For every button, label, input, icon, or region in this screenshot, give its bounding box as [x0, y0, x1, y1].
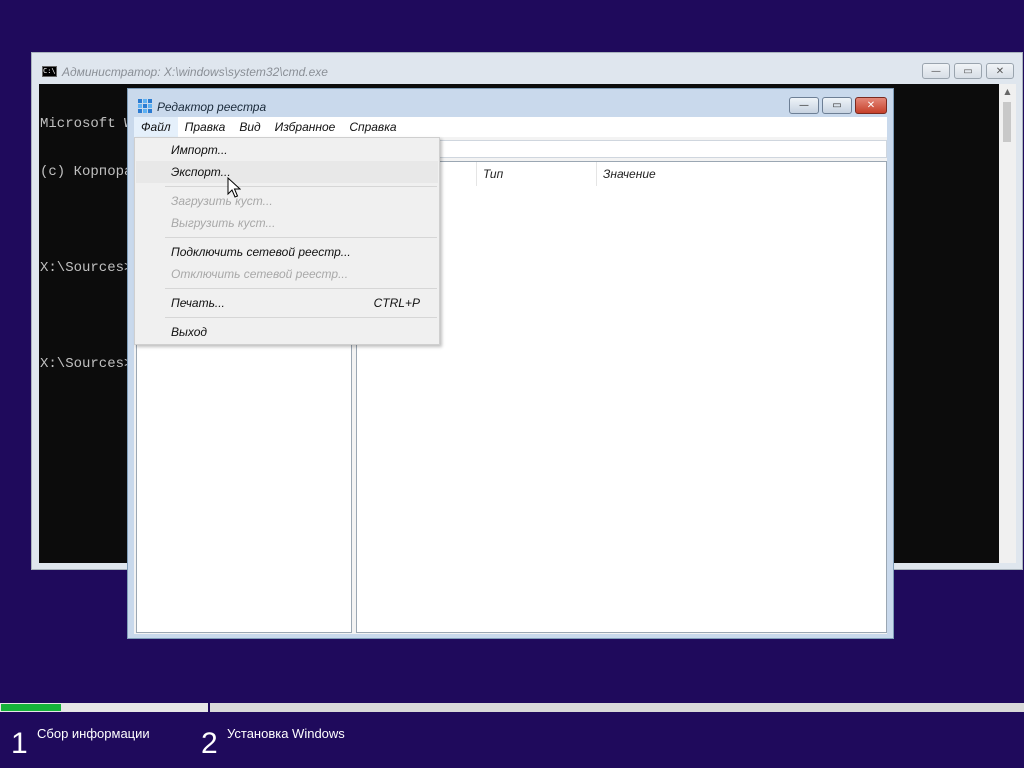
menu-item-print[interactable]: Печать... CTRL+P: [136, 292, 438, 314]
menu-separator: [165, 237, 437, 238]
step-label: Установка Windows: [227, 726, 345, 741]
progress-fill: [1, 704, 61, 711]
menu-separator: [165, 317, 437, 318]
menu-item-exit[interactable]: Выход: [136, 321, 438, 343]
menu-item-label: Подключить сетевой реестр...: [171, 245, 351, 259]
column-header-type[interactable]: Тип: [477, 162, 597, 186]
menu-separator: [165, 288, 437, 289]
menu-item-label: Выход: [171, 325, 208, 339]
regedit-minimize-button[interactable]: —: [789, 97, 819, 114]
scrollbar-thumb[interactable]: [1003, 102, 1011, 142]
menu-edit[interactable]: Правка: [178, 117, 233, 137]
regedit-titlebar[interactable]: Редактор реестра — ▭ ✕: [128, 89, 893, 119]
menu-file[interactable]: Файл: [134, 117, 178, 137]
menu-item-connect-network-registry[interactable]: Подключить сетевой реестр...: [136, 241, 438, 263]
cmd-minimize-button[interactable]: —: [922, 63, 950, 79]
menu-favorites[interactable]: Избранное: [268, 117, 343, 137]
step-number: 2: [201, 727, 218, 760]
menu-item-import[interactable]: Импорт...: [136, 139, 438, 161]
regedit-close-button[interactable]: ✕: [855, 97, 887, 114]
menu-view[interactable]: Вид: [232, 117, 267, 137]
cmd-scrollbar[interactable]: ▲: [999, 84, 1016, 563]
cmd-maximize-button[interactable]: ▭: [954, 63, 982, 79]
column-header-value[interactable]: Значение: [597, 162, 797, 186]
setup-progress-bar: [0, 701, 1024, 714]
regedit-app-icon: [138, 99, 152, 113]
scroll-up-arrow-icon[interactable]: ▲: [999, 84, 1016, 100]
regedit-maximize-button[interactable]: ▭: [822, 97, 852, 114]
regedit-window-title: Редактор реестра: [157, 100, 267, 114]
progress-segment-step1: [0, 703, 208, 712]
cmd-window-title: Администратор: X:\windows\system32\cmd.e…: [62, 65, 328, 79]
cmd-icon-text: C:\: [43, 67, 56, 75]
menu-shortcut: CTRL+P: [373, 296, 420, 310]
menu-item-unload-hive: Выгрузить куст...: [136, 212, 438, 234]
menu-separator: [165, 186, 437, 187]
menu-bar: Файл Правка Вид Избранное Справка: [134, 117, 887, 137]
menu-item-label: Выгрузить куст...: [171, 216, 276, 230]
menu-item-label: Импорт...: [171, 143, 228, 157]
menu-item-load-hive: Загрузить куст...: [136, 190, 438, 212]
menu-item-export[interactable]: Экспорт...: [136, 161, 438, 183]
menu-help[interactable]: Справка: [342, 117, 403, 137]
file-menu-dropdown: Импорт... Экспорт... Загрузить куст... В…: [134, 137, 440, 345]
step-number: 1: [11, 727, 28, 760]
cmd-close-button[interactable]: ✕: [986, 63, 1014, 79]
menu-item-label: Отключить сетевой реестр...: [171, 267, 349, 281]
menu-item-disconnect-network-registry: Отключить сетевой реестр...: [136, 263, 438, 285]
menu-item-label: Загрузить куст...: [171, 194, 273, 208]
cmd-titlebar[interactable]: C:\ Администратор: X:\windows\system32\c…: [32, 53, 1022, 85]
progress-divider: [208, 701, 210, 714]
menu-item-label: Экспорт...: [171, 165, 231, 179]
step-label: Сбор информации: [37, 726, 150, 741]
cmd-app-icon: C:\: [42, 66, 57, 77]
menu-item-label: Печать...: [171, 296, 225, 310]
mouse-pointer-icon: [227, 177, 241, 198]
